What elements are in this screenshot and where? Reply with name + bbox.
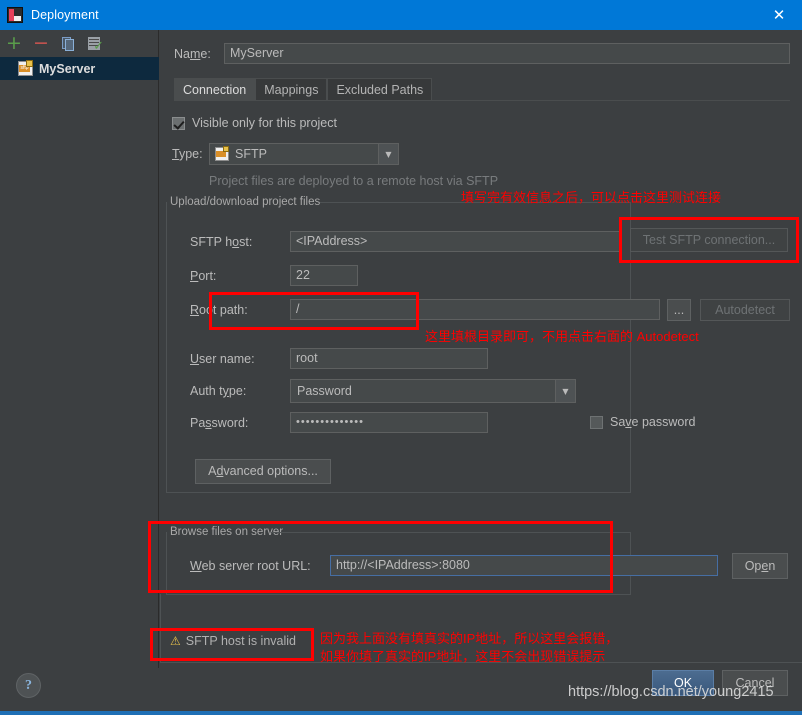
sftp-host-label: SFTP host: (190, 234, 253, 249)
save-password-row[interactable]: Save password (590, 415, 695, 429)
type-label: Type: (172, 147, 203, 161)
server-list-item-myserver[interactable]: sftp MyServer (0, 57, 159, 80)
autodetect-button[interactable]: Autodetect (700, 299, 790, 321)
web-root-label: Web server root URL: (190, 558, 311, 573)
intellij-idea-icon (7, 7, 23, 23)
auth-type-combo-value: Password (297, 384, 352, 398)
sftp-server-icon: sftp (18, 60, 33, 76)
servers-panel: + − ✓ sftp MyServer (0, 30, 159, 668)
type-row: Type: SFTP ▼ (172, 143, 399, 165)
web-root-input[interactable]: http://<IPAddress>:8080 (330, 555, 718, 576)
tab-connection[interactable]: Connection (174, 78, 256, 100)
content-left-edge (160, 594, 161, 662)
tab-excluded-paths[interactable]: Excluded Paths (327, 78, 433, 100)
test-sftp-connection-button[interactable]: Test SFTP connection... (630, 228, 788, 252)
name-input[interactable]: MyServer (224, 43, 790, 64)
password-row: Password: •••••••••••••• (190, 412, 488, 433)
browse-group-line-top (271, 532, 631, 533)
sftp-host-row: SFTP host: <IPAddress> (190, 231, 620, 252)
annotation-error-line2: 如果你填了真实的IP地址，这里不会出现错误提示 (320, 649, 606, 664)
error-message: SFTP host is invalid (185, 634, 296, 648)
type-hint-text: Project files are deployed to a remote h… (209, 174, 499, 188)
annotation-test-connection: 填写完有效信息之后，可以点击这里测试连接 (461, 190, 722, 205)
tabs-underline (174, 100, 790, 101)
root-path-label: Root path: (190, 302, 248, 317)
password-input[interactable]: •••••••••••••• (290, 412, 488, 433)
settings-tabs: Connection Mappings Excluded Paths (174, 78, 790, 100)
root-path-row: Root path: / (190, 299, 660, 320)
user-name-row: User name: root (190, 348, 488, 369)
auth-type-row: Auth type: Password ▼ (190, 379, 576, 403)
auth-type-combo[interactable]: Password ▼ (290, 379, 576, 403)
watermark-text: https://blog.csdn.net/young2415 (568, 684, 774, 700)
warning-icon: ⚠ (170, 634, 181, 648)
deployment-dialog: Deployment ✕ + − ✓ sftp MyServer Name: M… (0, 0, 802, 715)
type-combo[interactable]: SFTP ▼ (209, 143, 399, 165)
check-icon: ✓ (93, 38, 104, 54)
user-name-label: User name: (190, 351, 255, 366)
copy-server-button[interactable] (59, 35, 77, 53)
port-row: Port: 22 (190, 265, 358, 286)
browse-root-path-button[interactable]: ... (667, 299, 691, 321)
name-row: Name: MyServer (174, 42, 790, 65)
save-password-label: Save password (610, 415, 696, 429)
type-combo-value: SFTP (235, 147, 267, 161)
upload-group-line-left (166, 202, 167, 492)
sftp-host-input[interactable]: <IPAddress> (290, 231, 620, 252)
web-root-row: Web server root URL: http://<IPAddress>:… (190, 555, 718, 576)
servers-toolbar: + − ✓ (0, 30, 159, 57)
add-server-button[interactable]: + (5, 32, 23, 54)
browse-group-line-bottom (166, 594, 631, 595)
port-input[interactable]: 22 (290, 265, 358, 286)
close-icon[interactable]: ✕ (756, 0, 802, 30)
status-strip (0, 711, 802, 715)
annotation-error-line1: 因为我上面没有填真实的IP地址，所以这里会报错， (320, 631, 619, 646)
visible-only-label: Visible only for this project (192, 116, 337, 130)
open-web-root-button[interactable]: Open (732, 553, 788, 579)
chevron-down-icon[interactable]: ▼ (555, 380, 575, 402)
save-password-checkbox[interactable] (590, 415, 603, 429)
remove-server-button[interactable]: − (32, 32, 50, 54)
sftp-type-icon (215, 146, 229, 161)
user-name-input[interactable]: root (290, 348, 488, 369)
visible-only-row[interactable]: Visible only for this project (172, 116, 337, 130)
annotation-root-path: 这里填根目录即可，不用点击右面的 Autodetect (425, 329, 699, 344)
auth-type-label: Auth type: (190, 384, 247, 398)
window-title: Deployment (31, 8, 99, 22)
port-label: Port: (190, 268, 217, 283)
password-label: Password: (190, 415, 249, 430)
root-path-input[interactable]: / (290, 299, 660, 320)
set-default-server-button[interactable]: ✓ (86, 35, 104, 53)
status-badge: ⚠ SFTP host is invalid (170, 634, 296, 648)
name-label: Name: (174, 46, 211, 61)
tab-mappings[interactable]: Mappings (255, 78, 328, 100)
visible-only-checkbox[interactable] (172, 116, 185, 130)
server-list-item-label: MyServer (39, 61, 96, 76)
browse-group-title: Browse files on server (166, 526, 288, 538)
plus-icon: + (6, 32, 22, 54)
minus-icon: − (33, 32, 49, 54)
browse-group-line-left (166, 532, 167, 594)
help-button[interactable]: ? (16, 673, 41, 698)
upload-group-line-bottom (166, 492, 631, 493)
title-bar: Deployment ✕ (0, 0, 802, 30)
advanced-options-button[interactable]: Advanced options... (195, 459, 331, 484)
upload-group-title: Upload/download project files (166, 196, 325, 208)
chevron-down-icon[interactable]: ▼ (378, 144, 398, 164)
